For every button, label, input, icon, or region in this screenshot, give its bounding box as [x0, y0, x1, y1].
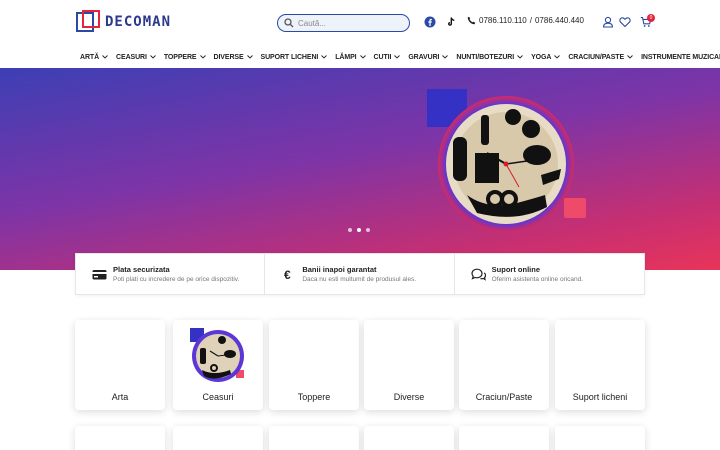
nav-item-suport-licheni[interactable]: SUPORT LICHENI: [261, 54, 328, 61]
nav-item-label: CUTII: [373, 53, 392, 61]
nav-item-instrumente-muzicale[interactable]: INSTRUMENTE MUZICALE: [641, 54, 720, 61]
category-card-arta[interactable]: Arta: [75, 320, 165, 410]
main-navigation: ARTĂ CEASURI TOPPERE DIVERSE SUPORT LICHENI L…: [80, 50, 720, 64]
cart-count-badge: 0: [647, 14, 655, 22]
nav-item-nunti-botezuri[interactable]: NUNTI/BOTEZURI: [456, 54, 523, 61]
nav-item-label: LĂMPI: [335, 53, 357, 61]
nav-item-artă[interactable]: ARTĂ: [80, 54, 108, 61]
chevron-down-icon: [321, 55, 328, 59]
nav-item-lămpi[interactable]: LĂMPI: [335, 53, 366, 61]
chevron-down-icon: [394, 55, 401, 59]
nav-item-label: CRACIUN/PASTE: [568, 53, 625, 61]
user-icon[interactable]: [602, 16, 614, 28]
logo-text: DECOMAN: [105, 14, 172, 30]
nav-item-ceasuri[interactable]: CEASURI: [116, 54, 156, 61]
search-box[interactable]: [277, 14, 410, 32]
chevron-down-icon: [199, 55, 206, 59]
euro-icon: €: [284, 268, 291, 281]
nav-item-diverse[interactable]: DIVERSE: [214, 54, 253, 61]
svg-text:€: €: [284, 268, 291, 281]
nav-item-craciun-paste[interactable]: CRACIUN/PASTE: [568, 54, 633, 61]
slider-dots: [348, 228, 375, 232]
hero-decor-square-pink: [564, 198, 586, 218]
category-label: Diverse: [393, 392, 425, 402]
nav-item-toppere[interactable]: TOPPERE: [164, 54, 206, 61]
clock-thumbnail-image: [190, 328, 244, 382]
feature-title: Suport online: [491, 265, 540, 274]
chevron-down-icon: [627, 55, 633, 59]
category-label: Ceasuri: [202, 392, 234, 402]
slider-dot[interactable]: [366, 228, 370, 232]
phone-number-1[interactable]: 0786.110.110: [479, 16, 527, 25]
nav-item-cutii[interactable]: CUTII: [374, 54, 401, 61]
nav-item-label: GRAVURI: [408, 53, 440, 61]
chevron-down-icon: [517, 55, 523, 59]
phone-contact: 0786.110.110 / 0786.440.440: [467, 16, 584, 25]
search-input[interactable]: [298, 18, 398, 28]
category-card[interactable]: [173, 426, 263, 450]
chat-icon: [471, 268, 486, 281]
feature-title: Plata securizata: [113, 265, 170, 274]
category-card[interactable]: [75, 426, 165, 450]
nav-item-label: TOPPERE: [163, 53, 197, 61]
nav-item-gravuri[interactable]: GRAVURI: [408, 53, 449, 61]
chevron-down-icon: [442, 55, 449, 59]
wishlist-heart-icon[interactable]: [619, 16, 631, 28]
category-card[interactable]: [364, 426, 454, 450]
chevron-down-icon: [246, 55, 253, 59]
category-label: Arta: [111, 392, 129, 402]
logo[interactable]: DECOMAN: [76, 10, 171, 34]
site-header: DECOMAN 0786.110.110 / 0786.440.440 0: [0, 0, 720, 44]
nav-item-label: YOGA: [531, 53, 552, 61]
nav-item-label: INSTRUMENTE MUZICALE: [641, 53, 720, 61]
category-card[interactable]: [269, 426, 359, 450]
chevron-down-icon: [150, 55, 156, 59]
category-card-diverse[interactable]: Diverse: [364, 320, 454, 410]
nav-item-label: CEASURI: [116, 53, 147, 61]
nav-item-label: DIVERSE: [213, 53, 244, 61]
feature-title: Banii inapoi garantat: [302, 265, 377, 274]
category-card-toppere[interactable]: Toppere: [269, 320, 359, 410]
credit-card-icon: [92, 269, 107, 279]
logo-mark-icon: [76, 10, 100, 34]
search-icon[interactable]: [284, 18, 294, 28]
category-card-craciun-paste[interactable]: Craciun/Paste: [459, 320, 549, 410]
nav-item-label: SUPORT LICHENI: [260, 53, 319, 61]
category-card[interactable]: [555, 426, 645, 450]
chevron-down-icon: [102, 55, 108, 59]
nav-item-label: ARTĂ: [80, 53, 100, 61]
chevron-down-icon: [359, 55, 366, 59]
tiktok-icon[interactable]: [445, 16, 457, 28]
feature-desc: Daca nu esti multumit de produsul ales.: [302, 276, 417, 283]
slider-dot[interactable]: [348, 228, 352, 232]
nav-item-label: NUNTI/BOTEZURI: [456, 53, 515, 61]
feature-desc: Oferim asistenta online oricand.: [491, 276, 584, 283]
wall-clock-product-image: [438, 96, 574, 232]
hero-slider[interactable]: [0, 68, 720, 270]
features-bar: Plata securizata Poti plati cu incredere…: [75, 253, 645, 295]
phone-icon: [467, 16, 476, 25]
category-label: Toppere: [297, 392, 331, 402]
feature-money-back: € Banii inapoi garantat Daca nu esti mul…: [265, 254, 455, 294]
feature-desc: Poti plati cu incredere de pe orice disp…: [113, 276, 240, 283]
phone-number-2[interactable]: 0786.440.440: [535, 16, 584, 25]
category-card[interactable]: [459, 426, 549, 450]
category-label: Craciun/Paste: [475, 392, 533, 402]
facebook-icon[interactable]: [424, 16, 436, 28]
category-card-suport-licheni[interactable]: Suport licheni: [555, 320, 645, 410]
slider-dot[interactable]: [357, 228, 361, 232]
feature-secure-payment: Plata securizata Poti plati cu incredere…: [76, 254, 266, 294]
category-card-ceasuri[interactable]: Ceasuri: [173, 320, 263, 410]
nav-item-yoga[interactable]: YOGA: [531, 53, 561, 61]
feature-online-support: Suport online Oferim asistenta online or…: [455, 254, 644, 294]
phone-separator: /: [529, 16, 532, 25]
category-label: Suport licheni: [572, 392, 628, 402]
chevron-down-icon: [554, 55, 561, 59]
